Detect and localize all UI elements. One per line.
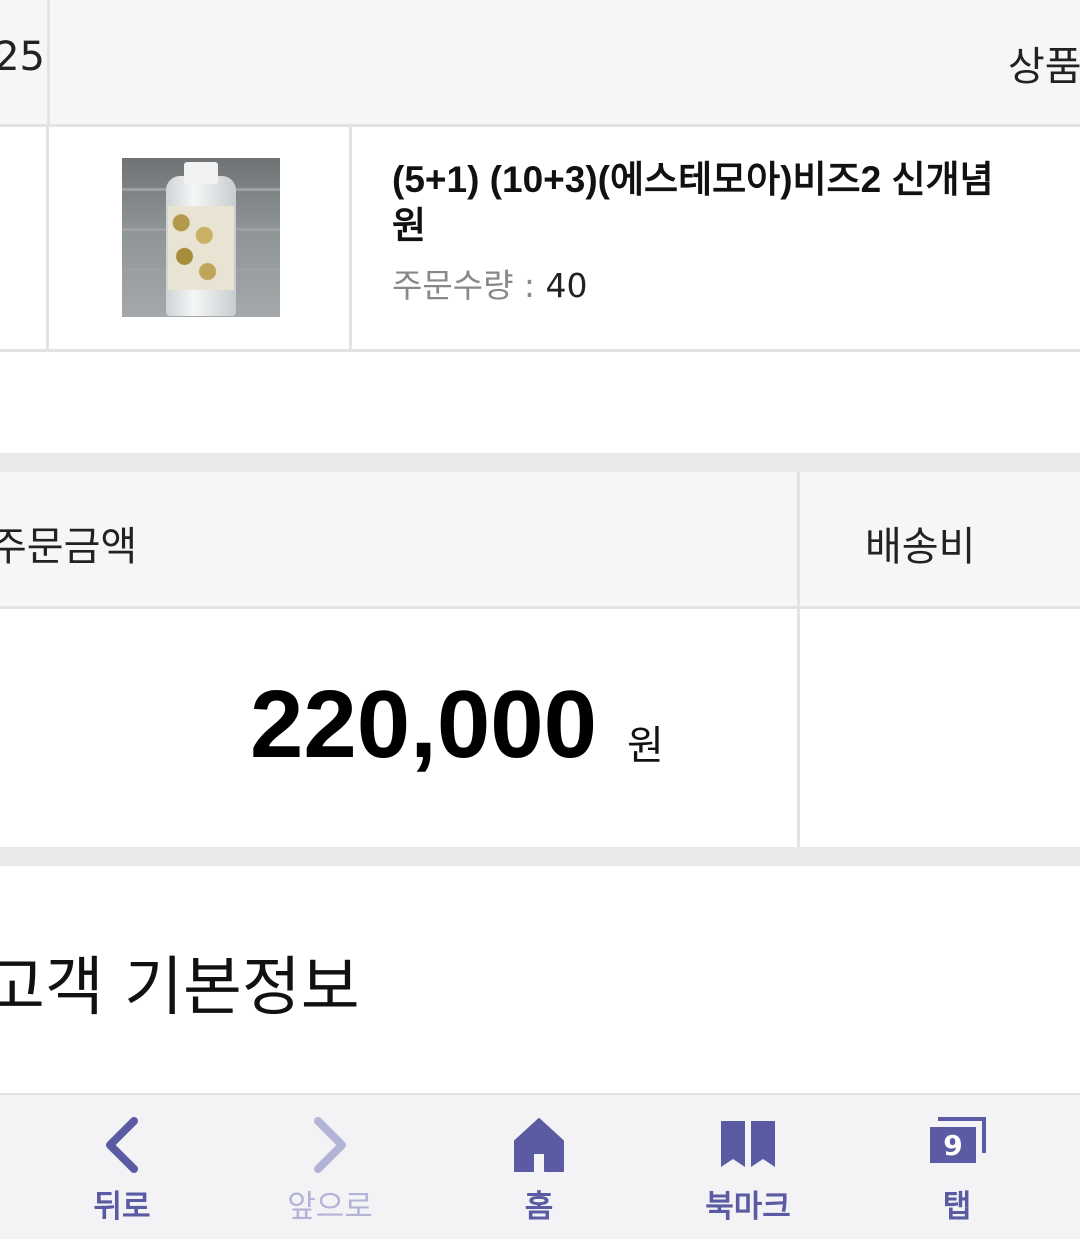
order-quantity: 주문수량 : 40 [392, 259, 1080, 307]
browser-bottom-toolbar: 뒤로 앞으로 홈 북마크 9 탭 [0, 1093, 1080, 1239]
bookmark-button[interactable]: 북마크 [658, 1095, 838, 1239]
tabs-button[interactable]: 9 탭 [867, 1095, 1047, 1239]
order-date-header-cell: 25 [0, 0, 50, 124]
order-quantity-value: 40 [545, 266, 588, 305]
order-date-text: 25 [0, 34, 45, 80]
bookmark-label: 북마크 [705, 1189, 791, 1225]
product-info: (5+1) (10+3)(에스테모아)비즈2 신개념 원 주문수량 : 40 [392, 157, 1080, 307]
section-divider [0, 453, 1080, 472]
order-table-header: 25 상품 [0, 0, 1080, 127]
bookmark-icon [717, 1117, 779, 1177]
tabs-label: 탭 [942, 1189, 972, 1225]
section-divider [0, 847, 1080, 866]
customer-info-title: 고객 기본정보 [0, 951, 360, 1025]
product-row[interactable]: (5+1) (10+3)(에스테모아)비즈2 신개념 원 주문수량 : 40 [0, 127, 1080, 352]
product-thumb-cell [49, 127, 352, 349]
shipping-fee-label: 배송비 [865, 524, 976, 570]
chevron-left-icon [100, 1117, 144, 1177]
order-quantity-label: 주문수량 : [392, 266, 546, 305]
column-divider [797, 609, 800, 847]
forward-label: 앞으로 [287, 1189, 373, 1225]
forward-button[interactable]: 앞으로 [240, 1095, 420, 1239]
home-icon [513, 1117, 565, 1177]
order-amount-unit: 원 [627, 723, 664, 769]
tabs-icon: 9 [928, 1117, 986, 1165]
back-button[interactable]: 뒤로 [32, 1095, 212, 1239]
order-amount-label: 주문금액 [0, 524, 138, 570]
back-label: 뒤로 [93, 1189, 151, 1225]
summary-table-body: 220,000 원 [0, 609, 1080, 847]
product-name[interactable]: (5+1) (10+3)(에스테모아)비즈2 신개념 [392, 157, 1080, 203]
product-row-left-cell [0, 127, 49, 349]
tab-count: 9 [943, 1129, 963, 1162]
home-button[interactable]: 홈 [449, 1095, 629, 1239]
product-header-label: 상품 [1008, 44, 1080, 90]
page: 25 상품 (5+1) (10+3)(에스테모아)비즈2 신개념 원 주문수량 … [0, 0, 1080, 1239]
home-label: 홈 [524, 1189, 554, 1225]
order-amount-value: 220,000 [250, 671, 598, 778]
product-thumbnail[interactable] [122, 158, 280, 317]
product-name-continued: 원 [392, 204, 427, 247]
chevron-right-icon [308, 1117, 352, 1177]
column-divider [797, 472, 800, 606]
